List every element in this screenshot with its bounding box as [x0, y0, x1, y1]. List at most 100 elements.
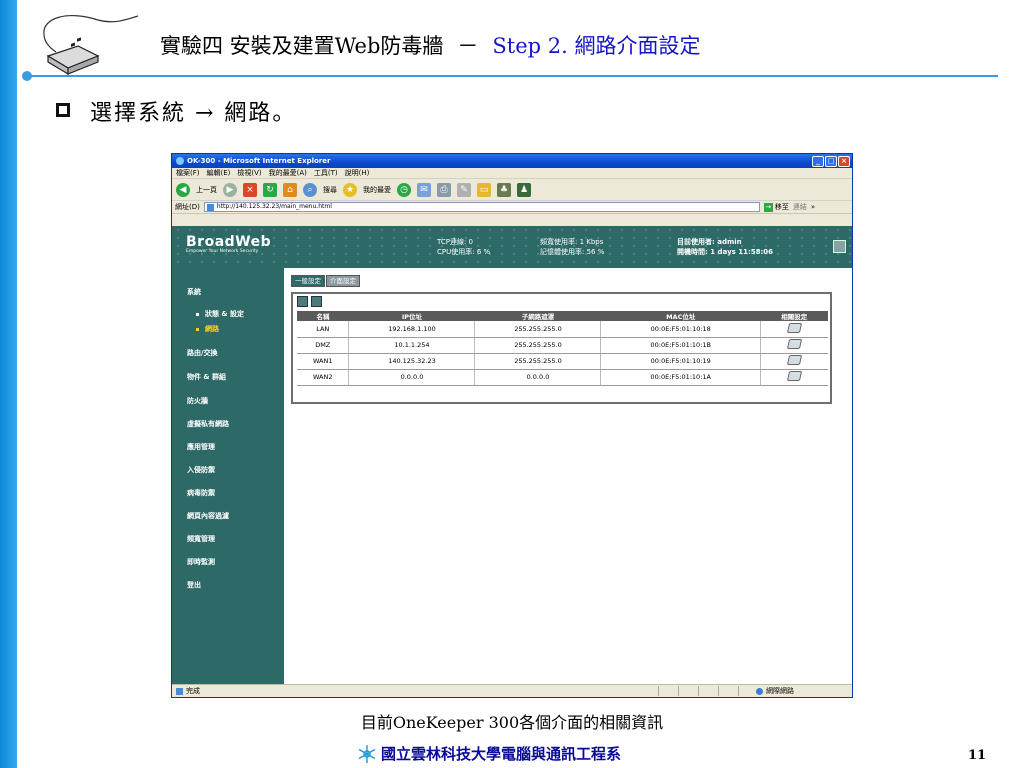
console-header: BroadWeb Empower Your Network Security T…	[172, 226, 852, 268]
favorites-star-icon[interactable]: ★	[343, 182, 357, 197]
sidebar-item-objects[interactable]: 物件 & 群組	[187, 372, 226, 382]
mail-icon[interactable]: ✉	[417, 182, 431, 197]
cell-settings	[760, 321, 828, 338]
edit-settings-icon[interactable]	[786, 355, 803, 365]
tool-extension-icon[interactable]: ♟	[517, 182, 531, 197]
col-mac: MAC位址	[600, 311, 761, 321]
slide-side-bar	[0, 0, 17, 768]
messenger-icon[interactable]: ♣	[497, 182, 511, 197]
sidebar-item-network[interactable]: 網路	[196, 324, 219, 334]
search-label[interactable]: 搜尋	[323, 185, 337, 195]
sidebar-item-system[interactable]: 系統	[187, 287, 201, 297]
menu-edit[interactable]: 編輯(E)	[207, 168, 231, 178]
browser-title: OK-300 - Microsoft Internet Explorer	[187, 157, 331, 165]
table-row: DMZ 10.1.1.254 255.255.255.0 00:0E:F5:01…	[297, 337, 828, 354]
browser-content: BroadWeb Empower Your Network Security T…	[172, 226, 852, 685]
close-icon[interactable]: ×	[838, 155, 850, 167]
maximize-icon[interactable]: □	[825, 155, 837, 167]
address-input[interactable]: http://140.125.32.23/main_menu.html	[203, 202, 760, 212]
menu-help[interactable]: 說明(H)	[345, 168, 370, 178]
address-bar: 網址(D) http://140.125.32.23/main_menu.htm…	[172, 201, 852, 214]
back-label[interactable]: 上一頁	[196, 185, 217, 195]
cell-mask: 255.255.255.0	[474, 321, 601, 338]
console-main: 一般設定 介面設定 名稱 IP位址 子網路遮罩 MAC位址 相關設定 LAN 1…	[284, 268, 852, 685]
browser-menubar: 檔案(F) 編輯(E) 檢視(V) 我的最愛(A) 工具(T) 說明(H)	[172, 168, 852, 179]
sidebar-item-firewall[interactable]: 防火牆	[187, 396, 208, 406]
slide-title-lab: 實驗四 安裝及建置Web防毒牆	[160, 34, 444, 58]
console-sidebar: 系統 狀態 & 設定 網路 路由/交換 物件 & 群組 防火牆 虛擬私有網路 應…	[172, 268, 284, 685]
back-arrow-icon[interactable]: ◀	[176, 182, 190, 197]
browser-statusbar: 完成 網際網路	[172, 684, 852, 697]
sidebar-item-ips[interactable]: 入侵防禦	[187, 465, 215, 475]
menu-favorites[interactable]: 我的最愛(A)	[269, 168, 307, 178]
title-rule	[28, 75, 998, 77]
bullet-square-icon	[56, 103, 70, 117]
sidebar-item-routing[interactable]: 路由/交換	[187, 348, 218, 358]
folder-icon[interactable]: ▭	[477, 182, 491, 197]
go-label: 移至	[774, 203, 789, 211]
network-config-icon[interactable]	[311, 296, 322, 307]
menu-view[interactable]: 檢視(V)	[237, 168, 261, 178]
cell-settings	[760, 369, 828, 386]
tab-general[interactable]: 一般設定	[291, 275, 325, 287]
refresh-icon[interactable]: ↻	[263, 182, 277, 197]
sidebar-item-logout[interactable]: 登出	[187, 580, 201, 590]
sidebar-item-antivirus[interactable]: 病毒防禦	[187, 488, 215, 498]
minimize-icon[interactable]: _	[812, 155, 824, 167]
stop-icon[interactable]: ×	[243, 182, 257, 197]
save-icon[interactable]	[297, 296, 308, 307]
sidebar-item-bandwidth[interactable]: 頻寬管理	[187, 534, 215, 544]
cell-mac: 00:0E:F5:01:10:1A	[600, 369, 761, 386]
menu-tools[interactable]: 工具(T)	[314, 168, 338, 178]
sidebar-item-monitor[interactable]: 即時監測	[187, 557, 215, 567]
cell-ip: 10.1.1.254	[348, 337, 475, 354]
ie-logo-icon	[176, 157, 184, 165]
col-name: 名稱	[297, 311, 349, 321]
home-icon[interactable]: ⌂	[283, 182, 297, 197]
stats-tcp-cpu: TCP連線: 0 CPU使用率: 6 %	[437, 237, 490, 257]
go-arrow-icon: →	[763, 202, 773, 212]
broadweb-logo: BroadWeb Empower Your Network Security	[186, 234, 271, 254]
menu-file[interactable]: 檔案(F)	[176, 168, 200, 178]
cell-mac: 00:0E:F5:01:10:1B	[600, 337, 761, 354]
go-button[interactable]: → 移至	[763, 202, 789, 212]
forward-arrow-icon[interactable]: ▶	[223, 182, 237, 197]
edit-icon[interactable]: ✎	[457, 182, 471, 197]
status-text: 完成	[186, 687, 200, 695]
table-header-row: 名稱 IP位址 子網路遮罩 MAC位址 相關設定	[297, 311, 828, 321]
col-mask: 子網路遮罩	[474, 311, 601, 321]
figure-caption: 目前OneKeeper 300各個介面的相關資訊	[360, 713, 664, 732]
favorites-label[interactable]: 我的最愛	[363, 185, 391, 195]
stats-user-uptime: 目前使用者: admin 開機時間: 1 days 11:58:06	[677, 237, 773, 257]
slide-title: 實驗四 安裝及建置Web防毒牆 － Step 2. 網路介面設定	[160, 30, 701, 60]
links-label[interactable]: 連結	[793, 202, 807, 212]
chevron-right-icon[interactable]: »	[811, 203, 815, 211]
address-label: 網址(D)	[175, 203, 200, 211]
sidebar-item-status-label: 狀態 & 設定	[205, 310, 244, 318]
edit-settings-icon[interactable]	[786, 322, 803, 333]
col-settings: 相關設定	[760, 311, 828, 321]
page-done-icon	[176, 687, 183, 695]
sidebar-item-app-mgmt[interactable]: 應用管理	[187, 442, 215, 452]
browser-window: OK-300 - Microsoft Internet Explorer _ □…	[171, 153, 853, 698]
edit-settings-icon[interactable]	[786, 339, 803, 349]
browser-titlebar[interactable]: OK-300 - Microsoft Internet Explorer _ □…	[172, 154, 852, 168]
search-icon[interactable]: ⌕	[303, 182, 317, 197]
history-icon[interactable]: ◷	[397, 182, 411, 197]
print-icon[interactable]: ⎙	[437, 182, 451, 197]
sidebar-item-status[interactable]: 狀態 & 設定	[196, 309, 244, 319]
edit-settings-icon[interactable]	[786, 371, 803, 381]
sidebar-item-web-filter[interactable]: 網頁內容過濾	[187, 511, 229, 521]
help-icon[interactable]	[833, 240, 846, 253]
cell-settings	[760, 353, 828, 370]
address-value: http://140.125.32.23/main_menu.html	[216, 203, 332, 210]
cell-mac: 00:0E:F5:01:10:19	[600, 353, 761, 370]
slide-title-dash: －	[457, 34, 479, 58]
stat-bandwidth: 頻寬使用率: 1 Kbps	[540, 238, 604, 246]
tab-interface[interactable]: 介面設定	[326, 275, 360, 287]
cell-settings	[760, 337, 828, 354]
stat-tcp: TCP連線: 0	[437, 238, 474, 246]
cell-ip: 140.125.32.23	[348, 353, 475, 370]
sidebar-item-vpn[interactable]: 虛擬私有網路	[187, 419, 229, 429]
footer: 國立雲林科技大學電腦與通訊工程系	[357, 743, 621, 764]
